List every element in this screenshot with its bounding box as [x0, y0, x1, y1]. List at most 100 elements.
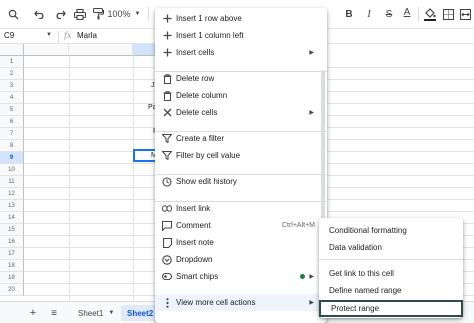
- zoom-select[interactable]: 100% ▼: [104, 4, 144, 24]
- filter-icon: [162, 134, 172, 144]
- menu-item-label: Insert cells: [176, 48, 215, 57]
- close-icon: [162, 108, 172, 118]
- chevron-down-icon: ▼: [134, 11, 141, 17]
- smart-chip-icon: [162, 272, 172, 282]
- menu-item-insert-1-row-above[interactable]: Insert 1 row above: [155, 10, 327, 27]
- row-header[interactable]: 6: [0, 116, 24, 128]
- row-header[interactable]: 5: [0, 104, 24, 116]
- chevron-down-icon: ▼: [108, 310, 115, 316]
- cell-actions-submenu: Conditional formatting Data validation Get…: [319, 218, 463, 318]
- dropdown-icon: [162, 254, 172, 265]
- submenu-item-conditional-formatting[interactable]: Conditional formatting: [319, 222, 463, 239]
- submenu-item-protect-range[interactable]: Protect range: [319, 300, 463, 317]
- menu-item-label: Delete cells: [176, 108, 218, 117]
- submenu-item-define-named-range[interactable]: Define named range: [319, 282, 463, 299]
- cell-partial-text[interactable]: J: [151, 82, 155, 89]
- menu-item-filter-by-cell-value[interactable]: Filter by cell value: [155, 147, 327, 164]
- zoom-value: 100%: [107, 9, 131, 19]
- column-header-a[interactable]: [24, 44, 69, 56]
- column-divider: [133, 56, 134, 301]
- plus-icon: [162, 31, 172, 41]
- add-sheet-button[interactable]: +: [26, 306, 40, 320]
- row-header[interactable]: 4: [0, 92, 24, 104]
- row-header[interactable]: 18: [0, 260, 24, 272]
- trash-icon: [162, 90, 172, 101]
- menu-item-insert-note[interactable]: Insert note: [155, 234, 327, 251]
- chevron-right-icon: ▶: [309, 300, 314, 306]
- menu-item-delete-row[interactable]: Delete row: [155, 70, 327, 87]
- menu-item-label: Create a filter: [176, 134, 225, 143]
- search-menus-icon[interactable]: [4, 4, 22, 24]
- menu-item-delete-cells[interactable]: Delete cells ▶: [155, 104, 327, 121]
- row-header[interactable]: 12: [0, 188, 24, 200]
- print-icon[interactable]: [70, 4, 90, 24]
- row-header[interactable]: 10: [0, 164, 24, 176]
- row-header[interactable]: 7: [0, 128, 24, 140]
- menu-item-label: View more cell actions: [176, 298, 256, 307]
- bold-icon: B: [345, 8, 353, 20]
- bold-button[interactable]: B: [340, 4, 358, 24]
- chevron-down-icon[interactable]: ▼: [46, 32, 52, 38]
- chevron-right-icon: ▶: [309, 274, 314, 280]
- menu-item-smart-chips[interactable]: Smart chips ▶: [155, 268, 327, 285]
- menu-item-insert-cells[interactable]: Insert cells ▶: [155, 44, 327, 61]
- context-menu: Insert 1 row above Insert 1 column left In…: [155, 8, 327, 323]
- toolbar-divider: [148, 7, 149, 21]
- row-header[interactable]: 3: [0, 80, 24, 92]
- row-header[interactable]: 20: [0, 284, 24, 296]
- filter-icon: [162, 151, 172, 161]
- redo-icon[interactable]: [50, 4, 70, 24]
- select-all-corner[interactable]: [0, 44, 24, 56]
- strikethrough-button[interactable]: S: [380, 4, 398, 24]
- menu-item-show-edit-history[interactable]: Show edit history: [155, 173, 327, 190]
- menu-item-shortcut: Ctrl+Alt+M: [281, 222, 315, 229]
- undo-icon[interactable]: [30, 4, 50, 24]
- formula-bar-divider: [58, 31, 59, 43]
- menu-item-view-more-cell-actions[interactable]: View more cell actions ▶: [155, 294, 327, 311]
- row-header[interactable]: 14: [0, 212, 24, 224]
- row-header[interactable]: 17: [0, 248, 24, 260]
- submenu-divider: [319, 259, 463, 260]
- row-header[interactable]: 2: [0, 68, 24, 80]
- row-header[interactable]: 16: [0, 236, 24, 248]
- menu-item-comment[interactable]: Comment Ctrl+Alt+M: [155, 217, 327, 234]
- italic-button[interactable]: I: [360, 4, 378, 24]
- formula-input[interactable]: Marla: [77, 31, 97, 40]
- menu-item-label: Comment: [176, 221, 211, 230]
- menu-item-label: Insert 1 column left: [176, 31, 244, 40]
- sheet-tab-label: Sheet2: [127, 308, 154, 318]
- trash-icon: [162, 73, 172, 84]
- all-sheets-menu-icon[interactable]: ≡: [47, 306, 61, 320]
- menu-item-dropdown[interactable]: Dropdown: [155, 251, 327, 268]
- submenu-item-label: Protect range: [331, 304, 380, 313]
- borders-button[interactable]: [440, 4, 456, 24]
- submenu-item-get-link-to-this-cell[interactable]: Get link to this cell: [319, 265, 463, 282]
- row-header[interactable]: 13: [0, 200, 24, 212]
- merge-cells-button[interactable]: [458, 4, 472, 24]
- menu-item-insert-link[interactable]: Insert link: [155, 200, 327, 217]
- row-header[interactable]: 1: [0, 56, 24, 68]
- column-header-b[interactable]: [69, 44, 133, 56]
- note-icon: [162, 237, 172, 248]
- menu-item-label: Smart chips: [176, 272, 219, 281]
- submenu-item-data-validation[interactable]: Data validation: [319, 239, 463, 256]
- menu-item-create-a-filter[interactable]: Create a filter: [155, 130, 327, 147]
- row-header[interactable]: 9: [0, 152, 24, 164]
- row-header[interactable]: 8: [0, 140, 24, 152]
- menu-item-insert-1-column-left[interactable]: Insert 1 column left: [155, 27, 327, 44]
- sheet-tab-sheet1[interactable]: Sheet1 ▼: [72, 305, 120, 321]
- row-header[interactable]: 15: [0, 224, 24, 236]
- menu-item-delete-column[interactable]: Delete column: [155, 87, 327, 104]
- comment-icon: [162, 220, 172, 231]
- sheet-tab-sheet2[interactable]: Sheet2: [121, 305, 160, 321]
- row-header[interactable]: 19: [0, 272, 24, 284]
- menu-item-label: Delete column: [176, 91, 228, 100]
- fill-color-button[interactable]: [422, 4, 438, 24]
- text-color-button[interactable]: A: [398, 4, 416, 24]
- row-header[interactable]: 11: [0, 176, 24, 188]
- menu-item-label: Filter by cell value: [176, 151, 241, 160]
- history-icon: [162, 176, 172, 187]
- status-dot-icon: [300, 274, 305, 279]
- link-icon: [162, 204, 172, 214]
- strikethrough-icon: S: [385, 8, 393, 20]
